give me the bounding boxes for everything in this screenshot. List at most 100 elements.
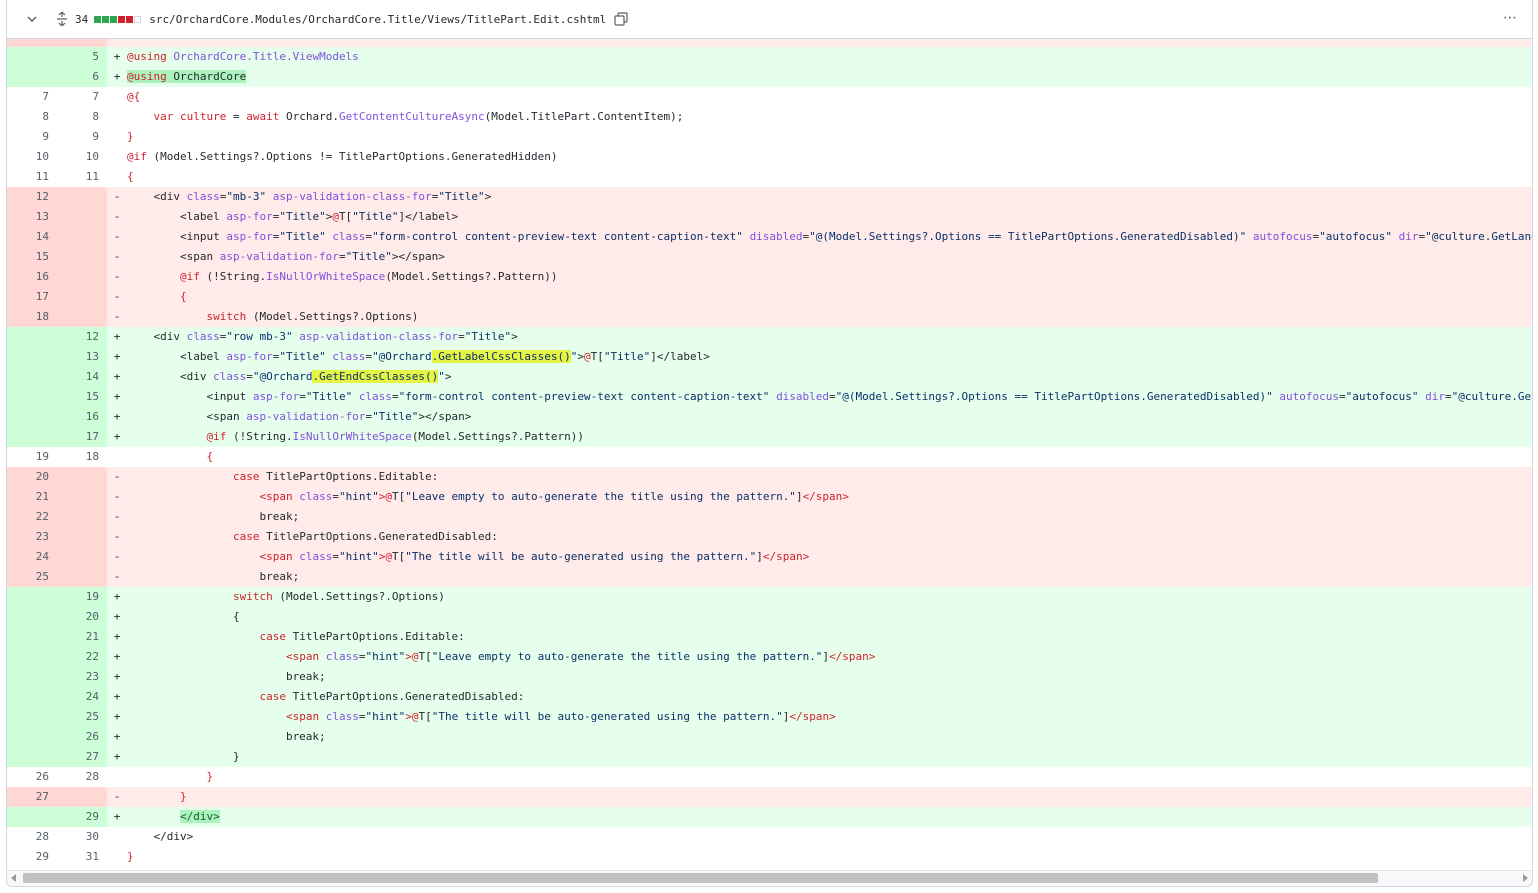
- diff-sign: +: [113, 710, 121, 723]
- copy-icon[interactable]: [614, 11, 630, 27]
- new-line-number[interactable]: 7: [57, 87, 107, 107]
- old-line-number[interactable]: [7, 39, 57, 47]
- old-line-number[interactable]: [7, 67, 57, 87]
- diff-line-added: 13 + <label asp-for="Title" class="@Orcha…: [7, 347, 1532, 367]
- diff-line-context: 88 var culture = await Orchard.GetConten…: [7, 107, 1532, 127]
- new-line-number[interactable]: 11: [57, 167, 107, 187]
- new-line-number[interactable]: 14: [57, 367, 107, 387]
- old-line-number[interactable]: 22: [7, 507, 57, 527]
- new-line-number[interactable]: [57, 787, 107, 807]
- new-line-number[interactable]: 10: [57, 147, 107, 167]
- new-line-number[interactable]: 27: [57, 747, 107, 767]
- new-line-number[interactable]: 31: [57, 847, 107, 867]
- new-line-number[interactable]: 18: [57, 447, 107, 467]
- old-line-number[interactable]: 9: [7, 127, 57, 147]
- old-line-number[interactable]: 13: [7, 207, 57, 227]
- horizontal-scrollbar[interactable]: [7, 870, 1532, 886]
- old-line-number[interactable]: [7, 587, 57, 607]
- new-line-number[interactable]: 21: [57, 627, 107, 647]
- old-line-number[interactable]: 26: [7, 767, 57, 787]
- old-line-number[interactable]: 28: [7, 827, 57, 847]
- old-line-number[interactable]: [7, 627, 57, 647]
- scroll-right-arrow-icon[interactable]: [1523, 874, 1528, 882]
- old-line-number[interactable]: 11: [7, 167, 57, 187]
- new-line-number[interactable]: 9: [57, 127, 107, 147]
- old-line-number[interactable]: 17: [7, 287, 57, 307]
- diff-line-context: 9 9}: [7, 127, 1532, 147]
- old-line-number[interactable]: [7, 607, 57, 627]
- new-line-number[interactable]: [57, 207, 107, 227]
- new-line-number[interactable]: 16: [57, 407, 107, 427]
- old-line-number[interactable]: [7, 47, 57, 67]
- old-line-number[interactable]: 7: [7, 87, 57, 107]
- new-line-number[interactable]: [57, 567, 107, 587]
- expand-all-icon[interactable]: [53, 10, 71, 28]
- new-line-number[interactable]: [57, 287, 107, 307]
- old-line-number[interactable]: [7, 407, 57, 427]
- new-line-number[interactable]: 22: [57, 647, 107, 667]
- old-line-number[interactable]: 14: [7, 227, 57, 247]
- new-line-number[interactable]: 8: [57, 107, 107, 127]
- new-line-number[interactable]: [57, 467, 107, 487]
- old-line-number[interactable]: 19: [7, 447, 57, 467]
- old-line-number[interactable]: [7, 667, 57, 687]
- old-line-number[interactable]: 18: [7, 307, 57, 327]
- new-line-number[interactable]: [57, 267, 107, 287]
- old-line-number[interactable]: 16: [7, 267, 57, 287]
- old-line-number[interactable]: 23: [7, 527, 57, 547]
- new-line-number[interactable]: 17: [57, 427, 107, 447]
- old-line-number[interactable]: [7, 327, 57, 347]
- scroll-left-arrow-icon[interactable]: [11, 874, 16, 882]
- old-line-number[interactable]: [7, 687, 57, 707]
- new-line-number[interactable]: 15: [57, 387, 107, 407]
- new-line-number[interactable]: [57, 187, 107, 207]
- new-line-number[interactable]: 25: [57, 707, 107, 727]
- old-line-number[interactable]: [7, 747, 57, 767]
- old-line-number[interactable]: 21: [7, 487, 57, 507]
- old-line-number[interactable]: [7, 647, 57, 667]
- old-line-number[interactable]: 8: [7, 107, 57, 127]
- more-options-icon[interactable]: ⋯: [1503, 10, 1518, 26]
- new-line-number[interactable]: [57, 547, 107, 567]
- new-line-number[interactable]: 30: [57, 827, 107, 847]
- old-line-number[interactable]: 15: [7, 247, 57, 267]
- new-line-number[interactable]: [57, 247, 107, 267]
- new-line-number[interactable]: [57, 527, 107, 547]
- file-path[interactable]: src/OrchardCore.Modules/OrchardCore.Titl…: [149, 13, 606, 26]
- new-line-number[interactable]: 28: [57, 767, 107, 787]
- old-line-number[interactable]: [7, 807, 57, 827]
- old-line-number[interactable]: [7, 727, 57, 747]
- diff-line-added: 16 + <span asp-validation-for="Title"></s…: [7, 407, 1532, 427]
- chevron-down-icon[interactable]: [23, 10, 41, 28]
- new-line-number[interactable]: [57, 227, 107, 247]
- new-line-number[interactable]: 24: [57, 687, 107, 707]
- new-line-number[interactable]: 26: [57, 727, 107, 747]
- old-line-number[interactable]: [7, 347, 57, 367]
- old-line-number[interactable]: [7, 387, 57, 407]
- new-line-number[interactable]: [57, 307, 107, 327]
- new-line-number[interactable]: 20: [57, 607, 107, 627]
- new-line-number[interactable]: 12: [57, 327, 107, 347]
- new-line-number[interactable]: [57, 507, 107, 527]
- old-line-number[interactable]: [7, 427, 57, 447]
- old-line-number[interactable]: 24: [7, 547, 57, 567]
- new-line-number[interactable]: 23: [57, 667, 107, 687]
- old-line-number[interactable]: [7, 367, 57, 387]
- old-line-number[interactable]: 20: [7, 467, 57, 487]
- diff-line-deleted: 12 - <div class="mb-3" asp-validation-cla…: [7, 187, 1532, 207]
- new-line-number[interactable]: [57, 39, 107, 47]
- new-line-number[interactable]: 6: [57, 67, 107, 87]
- old-line-number[interactable]: 12: [7, 187, 57, 207]
- new-line-number[interactable]: 5: [57, 47, 107, 67]
- old-line-number[interactable]: 29: [7, 847, 57, 867]
- diff-sign: -: [113, 210, 121, 223]
- new-line-number[interactable]: 13: [57, 347, 107, 367]
- old-line-number[interactable]: 25: [7, 567, 57, 587]
- new-line-number[interactable]: 19: [57, 587, 107, 607]
- old-line-number[interactable]: 10: [7, 147, 57, 167]
- old-line-number[interactable]: 27: [7, 787, 57, 807]
- new-line-number[interactable]: [57, 487, 107, 507]
- old-line-number[interactable]: [7, 707, 57, 727]
- new-line-number[interactable]: 29: [57, 807, 107, 827]
- scrollbar-thumb[interactable]: [23, 873, 1378, 883]
